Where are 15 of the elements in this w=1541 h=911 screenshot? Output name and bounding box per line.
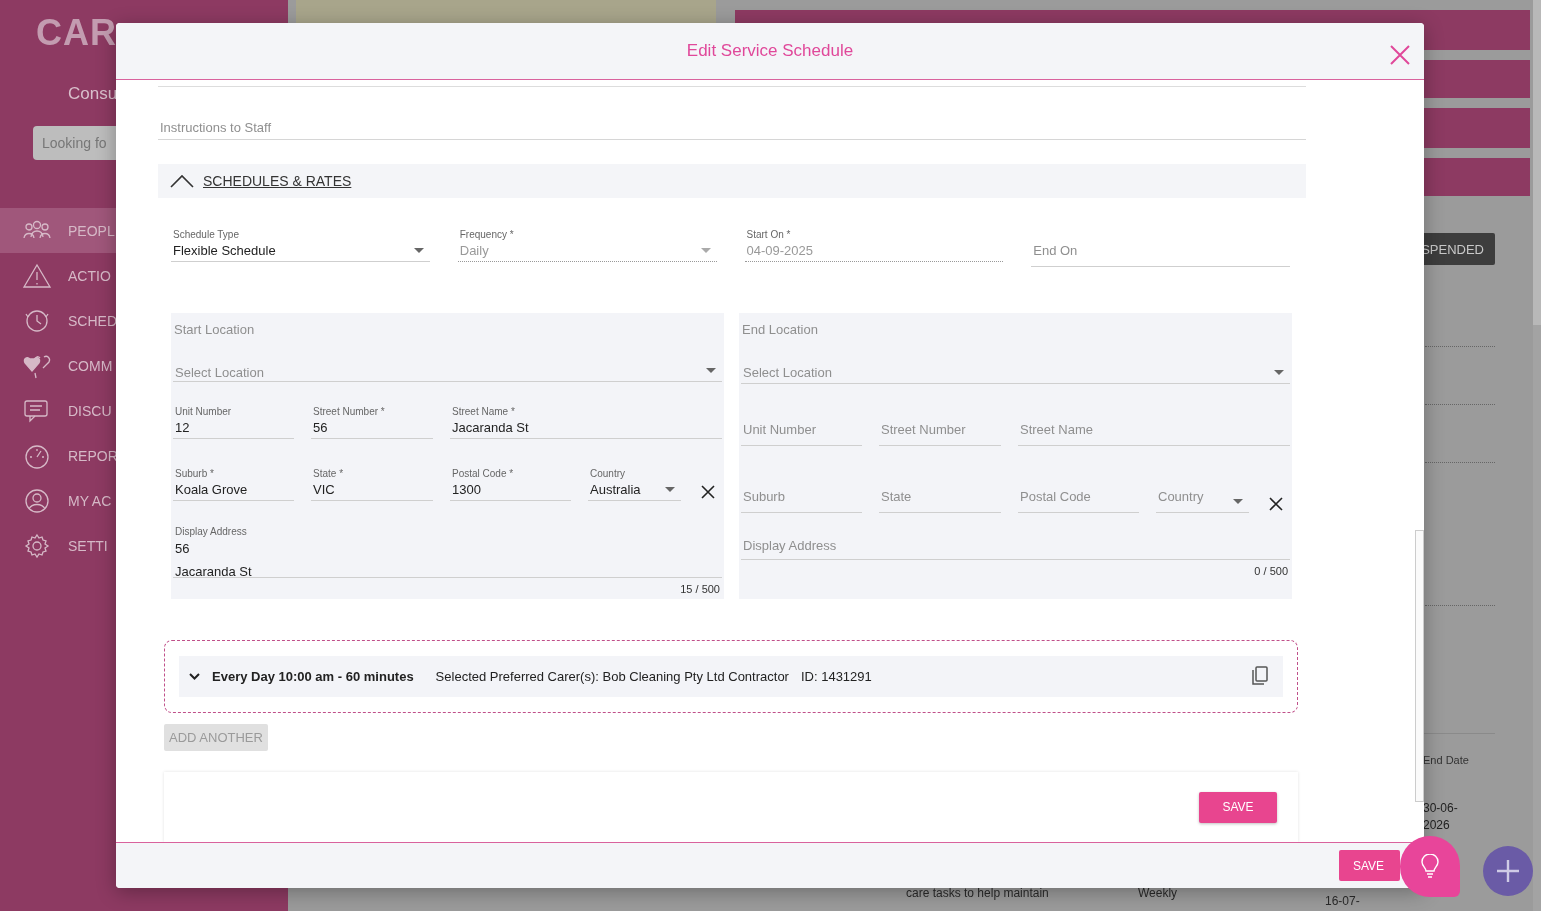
table-cell-text: 30-06-2026	[1423, 800, 1459, 834]
panel-title: Start Location	[173, 321, 256, 337]
character-counter: 15 / 500	[680, 582, 720, 595]
panel-title: End Location	[741, 321, 819, 337]
carer-text: Selected Preferred Carer(s): Bob Cleaning Pty Ltd Contractor	[435, 668, 789, 684]
schedule-summary: Every Day 10:00 am - 60 minutes	[212, 668, 414, 684]
dialog-title: Edit Service Schedule	[686, 41, 854, 61]
account-name: Consu	[68, 84, 118, 104]
column-header: End Date	[1423, 754, 1470, 766]
table-cell: care tasks to help maintain	[906, 886, 1049, 900]
table-cell: Weekly	[1138, 886, 1178, 900]
table-cell: 16-07-	[1325, 894, 1360, 908]
logo: CAR	[36, 12, 117, 54]
character-counter: 0 / 500	[1254, 564, 1288, 577]
schedule-id: ID: 1431291	[800, 668, 872, 684]
